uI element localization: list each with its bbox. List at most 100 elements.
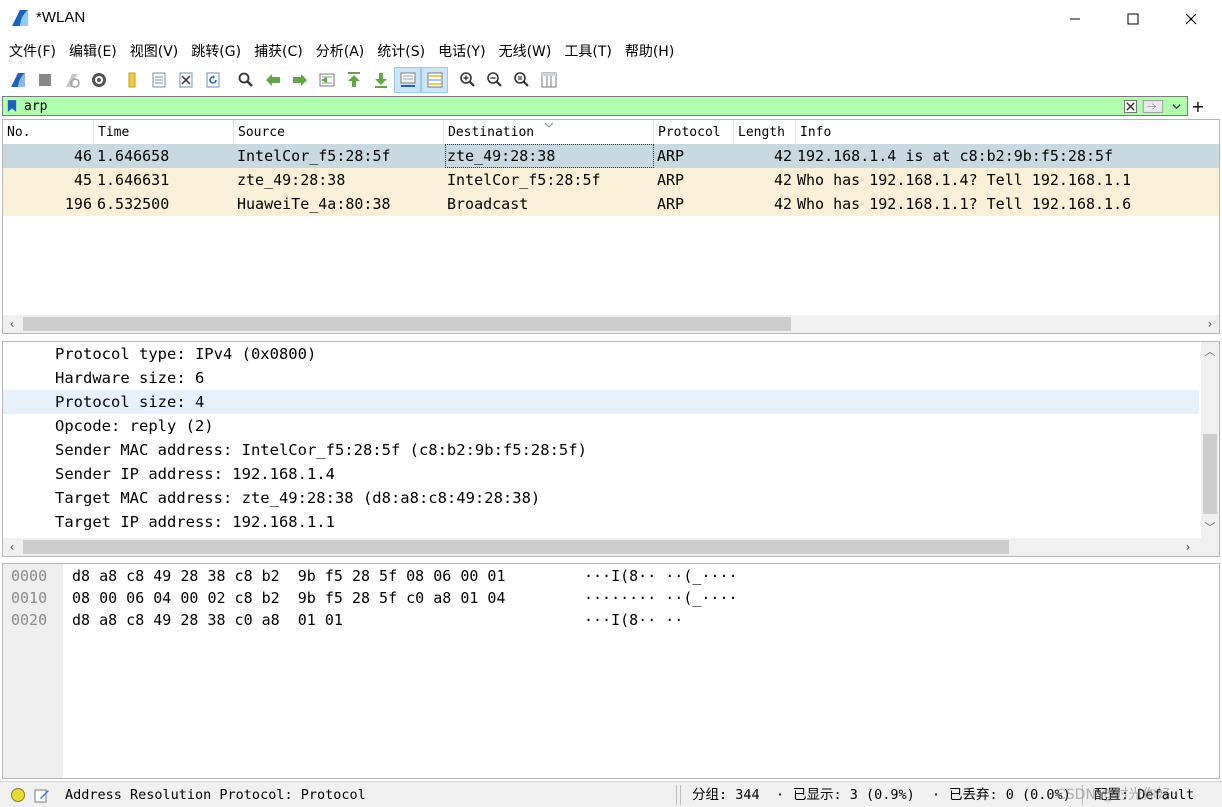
byte-ascii: ···I(8·· ·· — [584, 611, 684, 629]
scroll-left-icon[interactable]: ‹ — [3, 538, 21, 556]
cell-info: 192.168.1.4 is at c8:b2:9b:f5:28:5f — [797, 147, 1114, 165]
column-header-no[interactable]: No. — [3, 120, 94, 145]
status-divider — [676, 785, 677, 805]
minimize-button[interactable] — [1046, 0, 1104, 38]
window-title: *WLAN — [36, 9, 86, 26]
cell-length: 42 — [773, 195, 792, 213]
scrollbar-thumb[interactable] — [1203, 434, 1217, 514]
details-vscrollbar[interactable]: ︿ ﹀ — [1201, 342, 1219, 538]
zoom-out-button[interactable] — [481, 67, 508, 93]
cell-info: Who has 192.168.1.1? Tell 192.168.1.6 — [797, 195, 1132, 213]
edit-comment-icon[interactable] — [34, 787, 50, 803]
gear-options-icon — [91, 73, 106, 87]
stop-capture-button[interactable] — [31, 67, 58, 93]
details-hscrollbar[interactable]: ‹ › — [3, 538, 1219, 556]
watermark: CSDN @时光你好 — [1056, 787, 1171, 803]
cell-source: IntelCor_f5:28:5f — [237, 147, 391, 165]
menu-help[interactable]: 帮助(H) — [620, 41, 682, 61]
resize-columns-button[interactable] — [535, 67, 562, 93]
scroll-right-icon[interactable]: › — [1179, 538, 1197, 556]
packet-row[interactable]: 45 1.646631 zte_49:28:38 IntelCor_f5:28:… — [3, 168, 1219, 192]
save-file-button[interactable] — [145, 67, 172, 93]
scroll-left-icon[interactable]: ‹ — [3, 315, 21, 333]
autoscroll-button[interactable] — [394, 67, 421, 93]
find-packet-button[interactable] — [232, 67, 259, 93]
last-packet-button[interactable] — [367, 67, 394, 93]
column-header-source[interactable]: Source — [234, 120, 444, 145]
expert-info-icon[interactable] — [11, 788, 25, 802]
menu-view[interactable]: 视图(V) — [125, 41, 187, 61]
menu-file[interactable]: 文件(F) — [4, 41, 64, 61]
restart-capture-button[interactable] — [58, 67, 85, 93]
column-header-info[interactable]: Info — [796, 120, 1219, 145]
maximize-icon — [1127, 13, 1139, 25]
detail-field[interactable]: Protocol type: IPv4 (0x0800) — [3, 342, 1199, 366]
resize-columns-icon — [541, 72, 556, 88]
column-header-length[interactable]: Length — [734, 120, 796, 145]
maximize-button[interactable] — [1104, 0, 1162, 38]
menu-edit[interactable]: 编辑(E) — [64, 41, 125, 61]
scrollbar-thumb[interactable] — [23, 317, 791, 331]
filter-history-dropdown[interactable] — [1167, 98, 1185, 114]
filter-bookmark-button[interactable] — [3, 97, 21, 115]
packet-row[interactable]: 46 1.646658 IntelCor_f5:28:5f zte_49:28:… — [3, 144, 1219, 168]
close-file-button[interactable] — [172, 67, 199, 93]
zoom-reset-button[interactable] — [508, 67, 535, 93]
packet-list-hscrollbar[interactable]: ‹ › — [3, 315, 1219, 333]
menu-go[interactable]: 跳转(G) — [186, 41, 249, 61]
zoom-in-button[interactable] — [454, 67, 481, 93]
menu-analyze[interactable]: 分析(A) — [311, 41, 373, 61]
close-button[interactable] — [1162, 0, 1220, 38]
clear-filter-button[interactable] — [1121, 98, 1139, 114]
arrow-right-apply-icon — [1142, 99, 1164, 113]
menu-telephony[interactable]: 电话(Y) — [433, 41, 493, 61]
display-filter-input[interactable] — [21, 97, 1121, 115]
status-separator-dot: · — [776, 787, 785, 803]
column-header-time[interactable]: Time — [94, 120, 234, 145]
menu-wireless[interactable]: 无线(W) — [494, 41, 560, 61]
scroll-right-icon[interactable]: › — [1201, 315, 1219, 333]
search-icon — [238, 72, 253, 87]
cell-info: Who has 192.168.1.4? Tell 192.168.1.1 — [797, 171, 1132, 189]
detail-field[interactable]: Target MAC address: zte_49:28:38 (d8:a8:… — [3, 486, 1199, 510]
detail-field[interactable]: Sender MAC address: IntelCor_f5:28:5f (c… — [3, 438, 1199, 462]
menu-tools[interactable]: 工具(T) — [559, 41, 619, 61]
detail-field[interactable]: Opcode: reply (2) — [3, 414, 1199, 438]
byte-hex: 08 00 06 04 00 02 c8 b2 9b f5 28 5f c0 a… — [72, 589, 506, 607]
reload-file-button[interactable] — [199, 67, 226, 93]
zoom-reset-icon — [513, 72, 529, 87]
apply-filter-button[interactable] — [1141, 98, 1165, 114]
detail-field[interactable]: Hardware size: 6 — [3, 366, 1199, 390]
detail-field[interactable]: Sender IP address: 192.168.1.4 — [3, 462, 1199, 486]
cell-time: 1.646658 — [97, 147, 170, 165]
colorize-button[interactable] — [421, 67, 448, 93]
go-to-packet-icon — [319, 73, 334, 87]
go-to-packet-button[interactable] — [313, 67, 340, 93]
plus-icon: + — [1191, 96, 1205, 116]
capture-options-button[interactable] — [85, 67, 112, 93]
menu-capture[interactable]: 捕获(C) — [249, 41, 311, 61]
packet-row[interactable]: 196 6.532500 HuaweiTe_4a:80:38 Broadcast… — [3, 192, 1219, 216]
detail-field[interactable]: Target IP address: 192.168.1.1 — [3, 510, 1199, 534]
go-forward-button[interactable] — [286, 67, 313, 93]
add-filter-button[interactable]: + — [1190, 96, 1206, 116]
column-header-protocol[interactable]: Protocol — [654, 120, 734, 145]
cell-time: 1.646631 — [97, 171, 170, 189]
restart-fin-icon — [65, 74, 80, 88]
menu-statistics[interactable]: 统计(S) — [372, 41, 433, 61]
scroll-down-icon[interactable]: ﹀ — [1201, 518, 1219, 536]
sort-indicator-icon — [544, 122, 554, 128]
title-bar: *WLAN — [0, 0, 1222, 38]
byte-offset: 0020 — [11, 611, 48, 629]
clear-x-icon — [1123, 99, 1137, 113]
go-back-button[interactable] — [259, 67, 286, 93]
first-packet-button[interactable] — [340, 67, 367, 93]
detail-field-selected[interactable]: Protocol size: 4 — [3, 390, 1199, 414]
cell-source: HuaweiTe_4a:80:38 — [237, 195, 391, 213]
scroll-up-icon[interactable]: ︿ — [1201, 342, 1219, 360]
start-capture-button[interactable] — [4, 67, 31, 93]
open-file-button[interactable] — [118, 67, 145, 93]
scrollbar-thumb[interactable] — [23, 540, 1009, 554]
arrow-back-icon — [265, 74, 280, 86]
status-dropped: 已丢弃: 0 (0.0%) — [949, 787, 1071, 803]
